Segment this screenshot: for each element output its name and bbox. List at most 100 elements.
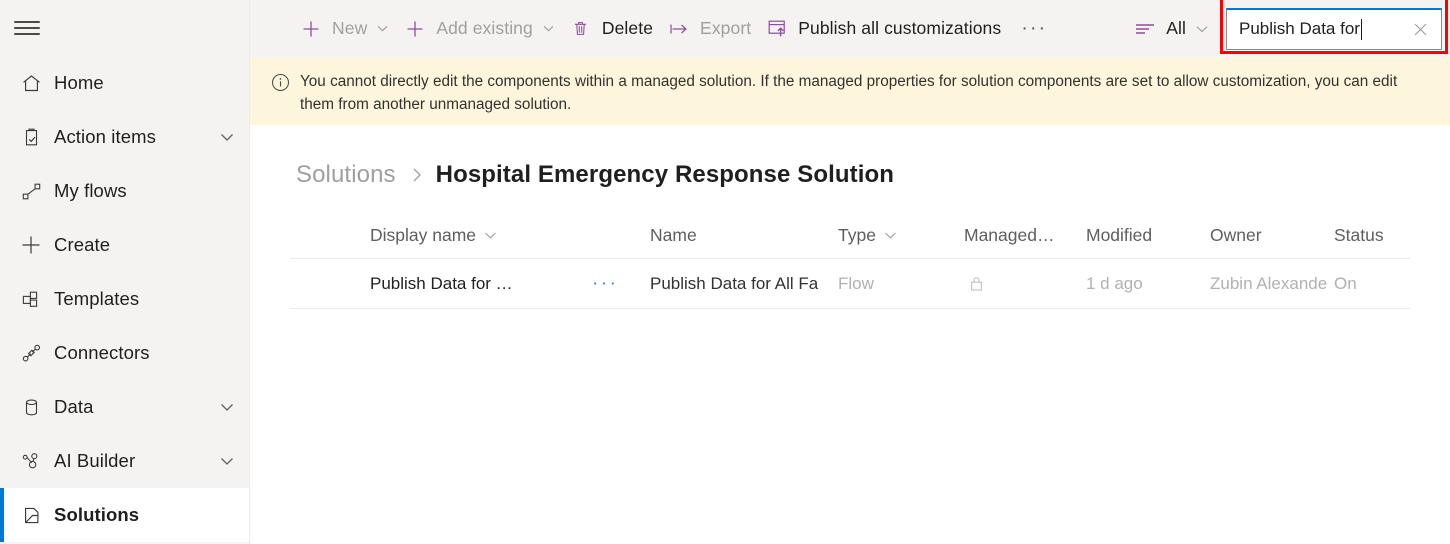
- search-input[interactable]: Publish Data for: [1226, 7, 1442, 50]
- column-header-display-name[interactable]: Display name: [326, 225, 590, 246]
- chevron-down-icon: [1195, 22, 1209, 36]
- row-actions-cell[interactable]: ···: [590, 273, 650, 295]
- new-button[interactable]: New: [292, 9, 396, 49]
- selection-indicator: [0, 488, 4, 542]
- clipboard-check-icon: [8, 126, 54, 149]
- sidebar-item-label: Solutions: [54, 504, 140, 525]
- add-existing-button[interactable]: Add existing: [396, 9, 562, 49]
- sidebar-item-label: Data: [54, 396, 94, 417]
- chevron-down-icon: [542, 22, 555, 35]
- sidebar-nav-list: Home Action items My flows Create Templates C…: [0, 56, 249, 542]
- main-content: New Add existing Delete Export Publish a…: [250, 0, 1450, 544]
- connectors-icon: [8, 342, 54, 365]
- sidebar-item-connectors[interactable]: Connectors: [0, 326, 249, 380]
- new-label: New: [332, 18, 368, 38]
- sidebar-item-label: Action items: [54, 126, 156, 147]
- column-header-label: Name: [650, 225, 697, 245]
- sidebar-item-solutions[interactable]: Solutions: [0, 488, 249, 542]
- sidebar-item-home[interactable]: Home: [0, 56, 249, 110]
- trash-icon: [569, 17, 593, 41]
- notice-text: You cannot directly edit the components …: [300, 73, 1398, 114]
- cell-managed: [964, 274, 1086, 293]
- publish-all-customizations-button[interactable]: Publish all customizations: [758, 9, 1008, 49]
- filter-icon: [1133, 17, 1157, 41]
- sidebar-item-create[interactable]: Create: [0, 218, 249, 272]
- home-icon: [8, 72, 54, 95]
- column-header-label: Status: [1334, 225, 1384, 245]
- page-title: Hospital Emergency Response Solution: [435, 161, 894, 188]
- cell-owner: Zubin Alexande: [1210, 273, 1328, 293]
- chevron-down-icon[interactable]: [205, 129, 249, 145]
- sidebar-item-data[interactable]: Data: [0, 380, 249, 434]
- cell-status: On: [1334, 273, 1357, 293]
- plus-icon: [299, 17, 323, 41]
- chevron-down-icon[interactable]: [205, 399, 249, 415]
- ai-builder-icon: [8, 450, 54, 473]
- grid-header-row: Display name Name Type Managed… Modified Owne…: [290, 213, 1410, 259]
- filter-button[interactable]: All: [1126, 9, 1216, 49]
- search-value: Publish Data for: [1239, 19, 1360, 38]
- export-label: Export: [700, 18, 752, 38]
- chevron-down-icon[interactable]: [205, 453, 249, 469]
- export-icon: [667, 17, 691, 41]
- column-header-modified[interactable]: Modified: [1086, 225, 1210, 246]
- cell-modified: 1 d ago: [1086, 273, 1143, 293]
- row-more-actions-button[interactable]: ···: [590, 273, 618, 295]
- sidebar: Home Action items My flows Create Templates C…: [0, 0, 250, 544]
- grid-body: Publish Data for … ··· Publish Data for Al…: [290, 259, 1410, 309]
- sidebar-item-label: Connectors: [54, 342, 150, 363]
- info-icon: [268, 70, 292, 94]
- breadcrumb-parent-link[interactable]: Solutions: [296, 161, 396, 189]
- command-bar: New Add existing Delete Export Publish a…: [250, 0, 1450, 57]
- sidebar-item-label: Templates: [54, 288, 140, 309]
- database-icon: [8, 396, 54, 419]
- solutions-icon: [8, 504, 54, 527]
- breadcrumb-separator-icon: [410, 166, 424, 184]
- sidebar-item-ai-builder[interactable]: AI Builder: [0, 434, 249, 488]
- more-commands-button[interactable]: ···: [1014, 9, 1054, 49]
- chevron-down-icon: [376, 22, 389, 35]
- column-header-type[interactable]: Type: [838, 225, 964, 246]
- plus-icon: [403, 17, 427, 41]
- sidebar-item-label: Home: [54, 72, 104, 93]
- sidebar-item-label: My flows: [54, 180, 127, 201]
- column-header-label: Display name: [370, 225, 477, 245]
- templates-icon: [8, 288, 54, 311]
- export-button[interactable]: Export: [660, 9, 758, 49]
- sidebar-item-label: Create: [54, 234, 111, 255]
- column-header-label: Modified: [1086, 225, 1153, 245]
- plus-icon: [8, 233, 54, 257]
- sidebar-item-my-flows[interactable]: My flows: [0, 164, 249, 218]
- managed-solution-notice: You cannot directly edit the components …: [250, 57, 1450, 125]
- delete-button[interactable]: Delete: [562, 9, 660, 49]
- add-existing-label: Add existing: [436, 18, 533, 38]
- cell-display-name: Publish Data for …: [370, 273, 513, 293]
- cell-name: Publish Data for All Fa: [650, 273, 819, 293]
- publish-icon: [765, 17, 789, 41]
- hamburger-menu-button[interactable]: [0, 0, 249, 56]
- chevron-down-icon[interactable]: [484, 229, 497, 242]
- breadcrumb: Solutions Hospital Emergency Response So…: [250, 125, 1450, 197]
- components-grid: Display name Name Type Managed… Modified Owne…: [290, 213, 1410, 544]
- table-row[interactable]: Publish Data for … ··· Publish Data for Al…: [290, 259, 1410, 309]
- column-header-managed[interactable]: Managed…: [964, 225, 1086, 246]
- lock-icon: [964, 274, 985, 293]
- publish-all-label: Publish all customizations: [798, 18, 1002, 38]
- sidebar-item-action-items[interactable]: Action items: [0, 110, 249, 164]
- column-header-name[interactable]: Name: [650, 225, 838, 246]
- sidebar-item-label: AI Builder: [54, 450, 136, 471]
- column-header-label: Owner: [1210, 225, 1262, 245]
- delete-label: Delete: [601, 18, 654, 38]
- sidebar-item-templates[interactable]: Templates: [0, 272, 249, 326]
- hamburger-icon: [14, 19, 40, 37]
- column-header-label: Type: [838, 225, 876, 245]
- search-container: Publish Data for: [1220, 0, 1448, 54]
- clear-search-icon[interactable]: [1407, 16, 1433, 42]
- column-header-owner[interactable]: Owner: [1210, 225, 1334, 246]
- cell-type: Flow: [838, 273, 874, 293]
- app-root: Home Action items My flows Create Templates C…: [0, 0, 1450, 544]
- text-caret: [1360, 18, 1363, 40]
- column-header-status[interactable]: Status: [1334, 225, 1444, 246]
- chevron-down-icon[interactable]: [884, 229, 897, 242]
- column-header-label: Managed…: [964, 225, 1055, 245]
